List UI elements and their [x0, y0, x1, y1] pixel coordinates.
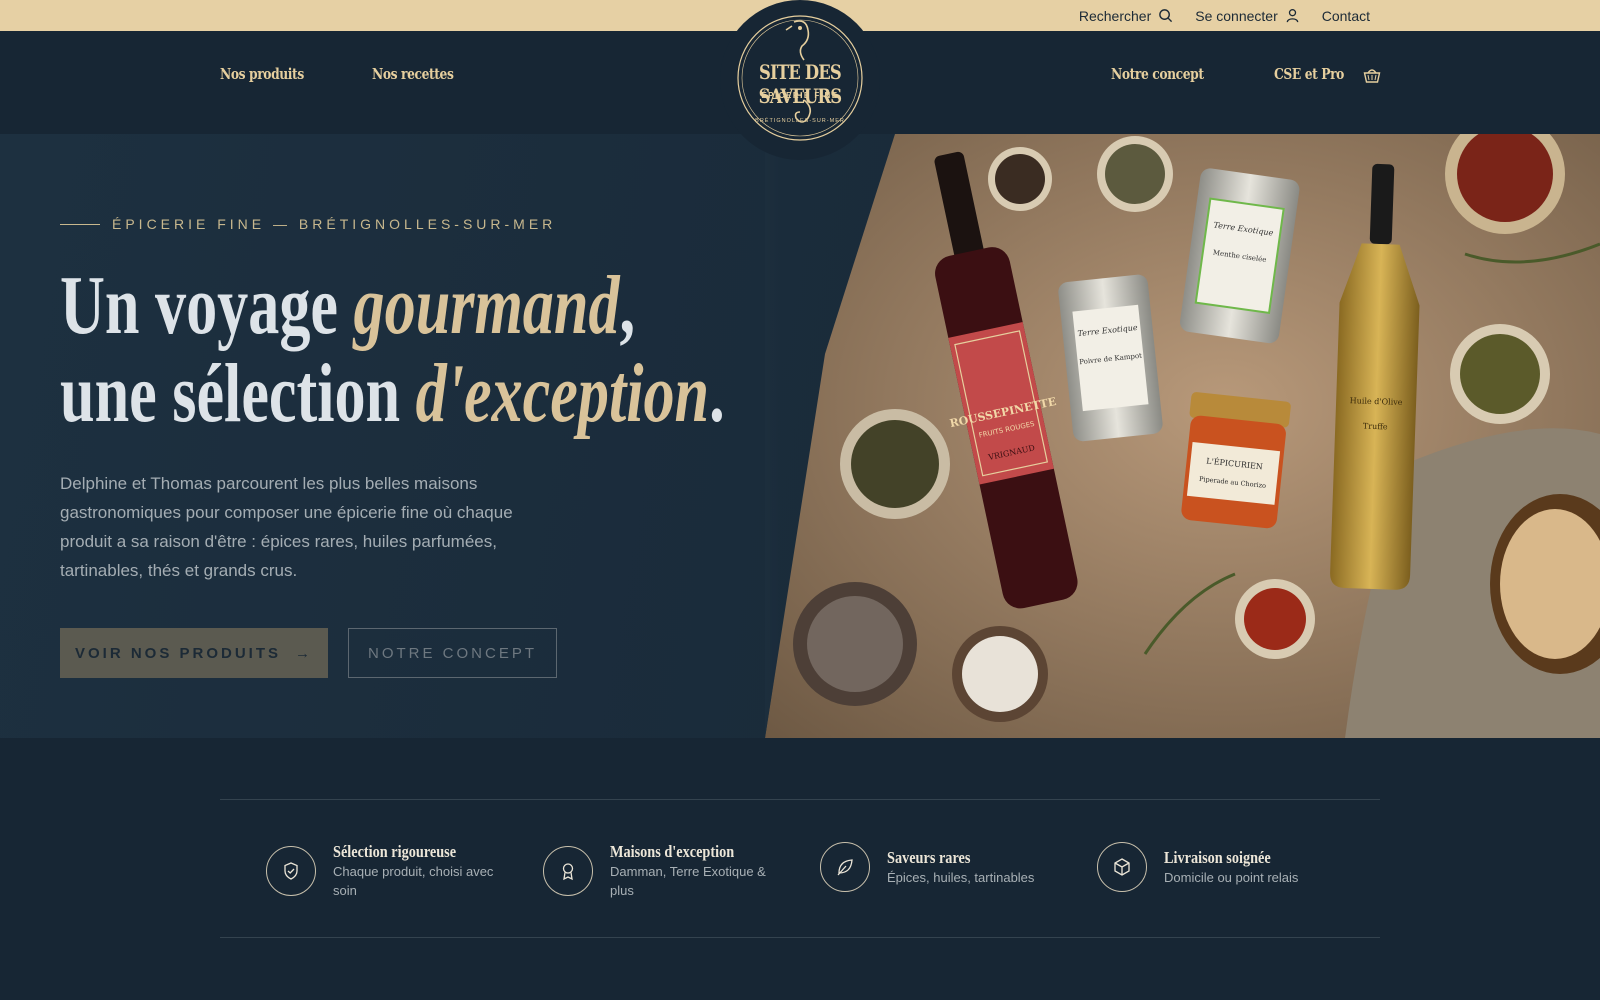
feature-desc: Damman, Terre Exotique & plus: [610, 864, 766, 898]
headline-line2-italic: d'exception: [415, 347, 710, 440]
feature-saveurs: Saveurs rares Épices, huiles, tartinable…: [820, 842, 1057, 892]
features-strip: Sélection rigoureuse Chaque produit, cho…: [220, 799, 1380, 938]
eyebrow-divider: [60, 223, 100, 225]
arrow-right-icon: →: [295, 644, 314, 662]
leaf-icon: [837, 859, 853, 876]
contact-link[interactable]: Contact: [1322, 8, 1370, 24]
headline-line1-end: ,: [619, 259, 636, 352]
feature-desc: Chaque produit, choisi avec soin: [333, 864, 494, 898]
award-icon: [562, 863, 574, 881]
feature-text: Sélection rigoureuse Chaque produit, cho…: [333, 842, 503, 900]
view-products-button[interactable]: VOIR NOS PRODUITS →: [60, 628, 328, 678]
hero-illustration: ROUSSEPINETTE FRUITS ROUGES VRIGNAUD Ter…: [765, 134, 1600, 738]
contact-label: Contact: [1321, 7, 1370, 24]
logo-place: BRÉTIGNOLLES-SUR-MER: [755, 118, 845, 124]
hero-eyebrow: ÉPICERIE FINE — BRÉTIGNOLLES-SUR-MER: [60, 216, 556, 232]
search-link[interactable]: Rechercher: [1079, 8, 1173, 24]
feature-title: Maisons d'exception: [610, 842, 735, 861]
feature-icon-wrap: [820, 842, 870, 892]
hero-photo: ROUSSEPINETTE FRUITS ROUGES VRIGNAUD Ter…: [765, 134, 1600, 738]
oil-sub-label: Truffe: [1363, 422, 1388, 432]
headline-line2: une sélection d'exception.: [60, 347, 725, 440]
feature-icon-wrap: [543, 846, 593, 896]
feature-text: Maisons d'exception Damman, Terre Exotiq…: [610, 842, 780, 900]
feature-title: Sélection rigoureuse: [333, 842, 457, 861]
headline-line2-end: .: [709, 347, 725, 440]
box-icon: [1114, 858, 1130, 876]
view-products-label: VOIR NOS PRODUITS: [74, 644, 282, 662]
shield-check-icon: [284, 862, 298, 880]
headline-line2-plain: une sélection: [60, 347, 416, 440]
nav-item-cse-pro[interactable]: CSE et Pro: [1274, 65, 1344, 83]
hero-headline: Un voyage gourmand, une sélection d'exce…: [60, 262, 725, 438]
feature-desc: Épices, huiles, tartinables: [887, 869, 1035, 885]
our-concept-label: NOTRE CONCEPT: [367, 644, 537, 662]
nav-right: Notre concept CSE et Pro: [1111, 65, 1359, 83]
feature-maisons: Maisons d'exception Damman, Terre Exotiq…: [543, 842, 780, 900]
login-label: Se connecter: [1195, 7, 1278, 24]
feature-icon-wrap: [266, 846, 316, 896]
nav-item-produits[interactable]: Nos produits: [220, 65, 304, 83]
search-icon: [1159, 9, 1173, 23]
search-label: Rechercher: [1078, 7, 1152, 24]
headline-line1-plain: Un voyage: [60, 259, 354, 352]
headline-line1-italic: gourmand: [353, 259, 620, 352]
feature-title: Livraison soignée: [1164, 847, 1271, 867]
feature-selection: Sélection rigoureuse Chaque produit, cho…: [266, 842, 503, 900]
feature-desc: Domicile ou point relais: [1164, 869, 1299, 885]
site-logo[interactable]: SITE DES SAVEURS ÉPICERIE FINE BRÉTIGNOL…: [720, 0, 880, 160]
feature-text: Livraison soignée Domicile ou point rela…: [1164, 848, 1334, 887]
nav-left: Nos produits Nos recettes: [220, 65, 472, 83]
nav-item-recettes[interactable]: Nos recettes: [372, 65, 454, 83]
user-icon: [1286, 9, 1299, 23]
utility-links: Rechercher Se connecter Contact: [1079, 0, 1370, 31]
login-link[interactable]: Se connecter: [1195, 8, 1300, 24]
logo-name: SITE DES SAVEURS: [758, 60, 842, 108]
nav-item-concept[interactable]: Notre concept: [1111, 65, 1204, 83]
basket-icon[interactable]: [1362, 65, 1382, 85]
hero-section: ROUSSEPINETTE FRUITS ROUGES VRIGNAUD Ter…: [0, 134, 1600, 738]
feature-text: Saveurs rares Épices, huiles, tartinable…: [887, 848, 1057, 887]
hero-lede: Delphine et Thomas parcourent les plus b…: [60, 474, 513, 580]
logo-subtitle: ÉPICERIE FINE: [761, 91, 839, 100]
headline-line1: Un voyage gourmand,: [60, 259, 635, 352]
feature-title: Saveurs rares: [887, 847, 971, 867]
oil-label: Huile d'Olive: [1350, 396, 1403, 407]
eyebrow-text: ÉPICERIE FINE — BRÉTIGNOLLES-SUR-MER: [112, 216, 557, 232]
feature-icon-wrap: [1097, 842, 1147, 892]
feature-livraison: Livraison soignée Domicile ou point rela…: [1097, 842, 1334, 892]
our-concept-button[interactable]: NOTRE CONCEPT: [348, 628, 557, 678]
